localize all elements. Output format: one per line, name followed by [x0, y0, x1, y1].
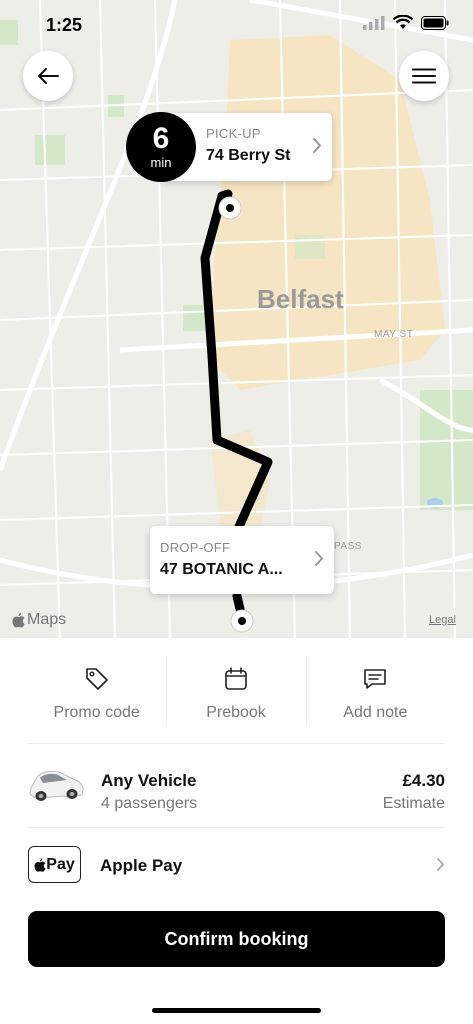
dropoff-kicker: DROP-OFF: [160, 540, 231, 555]
battery-icon: [421, 15, 449, 30]
maps-credit-text: Maps: [27, 611, 67, 628]
vehicle-name: Any Vehicle: [101, 771, 197, 790]
status-time: 1:25: [46, 15, 83, 35]
actions-row: Promo code Prebook Add note: [27, 638, 445, 744]
apple-logo-icon: [34, 858, 46, 872]
apple-pay-badge: Pay: [28, 846, 81, 883]
dropoff-callout[interactable]: DROP-OFF 47 BOTANIC A...: [150, 526, 334, 594]
legal-link[interactable]: Legal: [429, 614, 456, 626]
confirm-booking-button[interactable]: Confirm booking: [28, 911, 445, 967]
home-indicator: [152, 1008, 321, 1013]
map-city-label: Belfast: [257, 284, 344, 314]
arrow-left-icon: [38, 68, 59, 84]
booking-sheet: Promo code Prebook Add note Any Vehicle …: [0, 638, 473, 1024]
calendar-icon: [225, 667, 247, 690]
wifi-icon: [393, 15, 413, 29]
promo-code-button[interactable]: Promo code: [27, 638, 166, 743]
vehicle-passengers: 4 passengers: [101, 795, 198, 812]
apple-logo-icon: [12, 613, 25, 628]
car-icon: [29, 770, 84, 801]
chevron-right-icon: [437, 858, 444, 871]
eta-badge: 6 min: [126, 112, 196, 182]
map-street-label: MAY ST: [374, 329, 414, 340]
map-street-label: PASS: [334, 541, 362, 552]
eta-value: 6: [152, 122, 170, 155]
payment-method-row[interactable]: Pay Apple Pay: [27, 828, 445, 902]
dropoff-address: 47 BOTANIC A...: [160, 561, 283, 578]
back-button[interactable]: [23, 51, 73, 101]
note-icon: [364, 669, 387, 689]
status-bar: 1:25: [0, 0, 473, 50]
payment-method-label: Apple Pay: [100, 856, 183, 875]
chevron-right-icon: [313, 138, 321, 153]
fare-price: £4.30: [402, 771, 445, 790]
add-note-button[interactable]: Add note: [305, 638, 445, 743]
add-note-label: Add note: [343, 704, 408, 721]
hamburger-menu-icon: [412, 68, 436, 84]
prebook-label: Prebook: [206, 704, 266, 721]
prebook-button[interactable]: Prebook: [166, 638, 305, 743]
chevron-right-icon: [315, 551, 323, 566]
cellular-signal-icon: [363, 15, 385, 30]
apple-pay-badge-text: Pay: [46, 855, 75, 873]
promo-code-label: Promo code: [53, 704, 140, 721]
eta-unit: min: [150, 155, 172, 170]
map[interactable]: Belfast MAY ST PASS 1:25 6 min PICK-UP 7…: [0, 0, 473, 640]
tag-icon: [85, 668, 108, 690]
maps-credit: Maps: [12, 611, 66, 629]
vehicle-option[interactable]: Any Vehicle 4 passengers £4.30 Estimate: [27, 744, 445, 828]
fare-estimate-label: Estimate: [382, 795, 445, 812]
status-icons: [363, 15, 449, 30]
menu-button[interactable]: [399, 51, 449, 101]
